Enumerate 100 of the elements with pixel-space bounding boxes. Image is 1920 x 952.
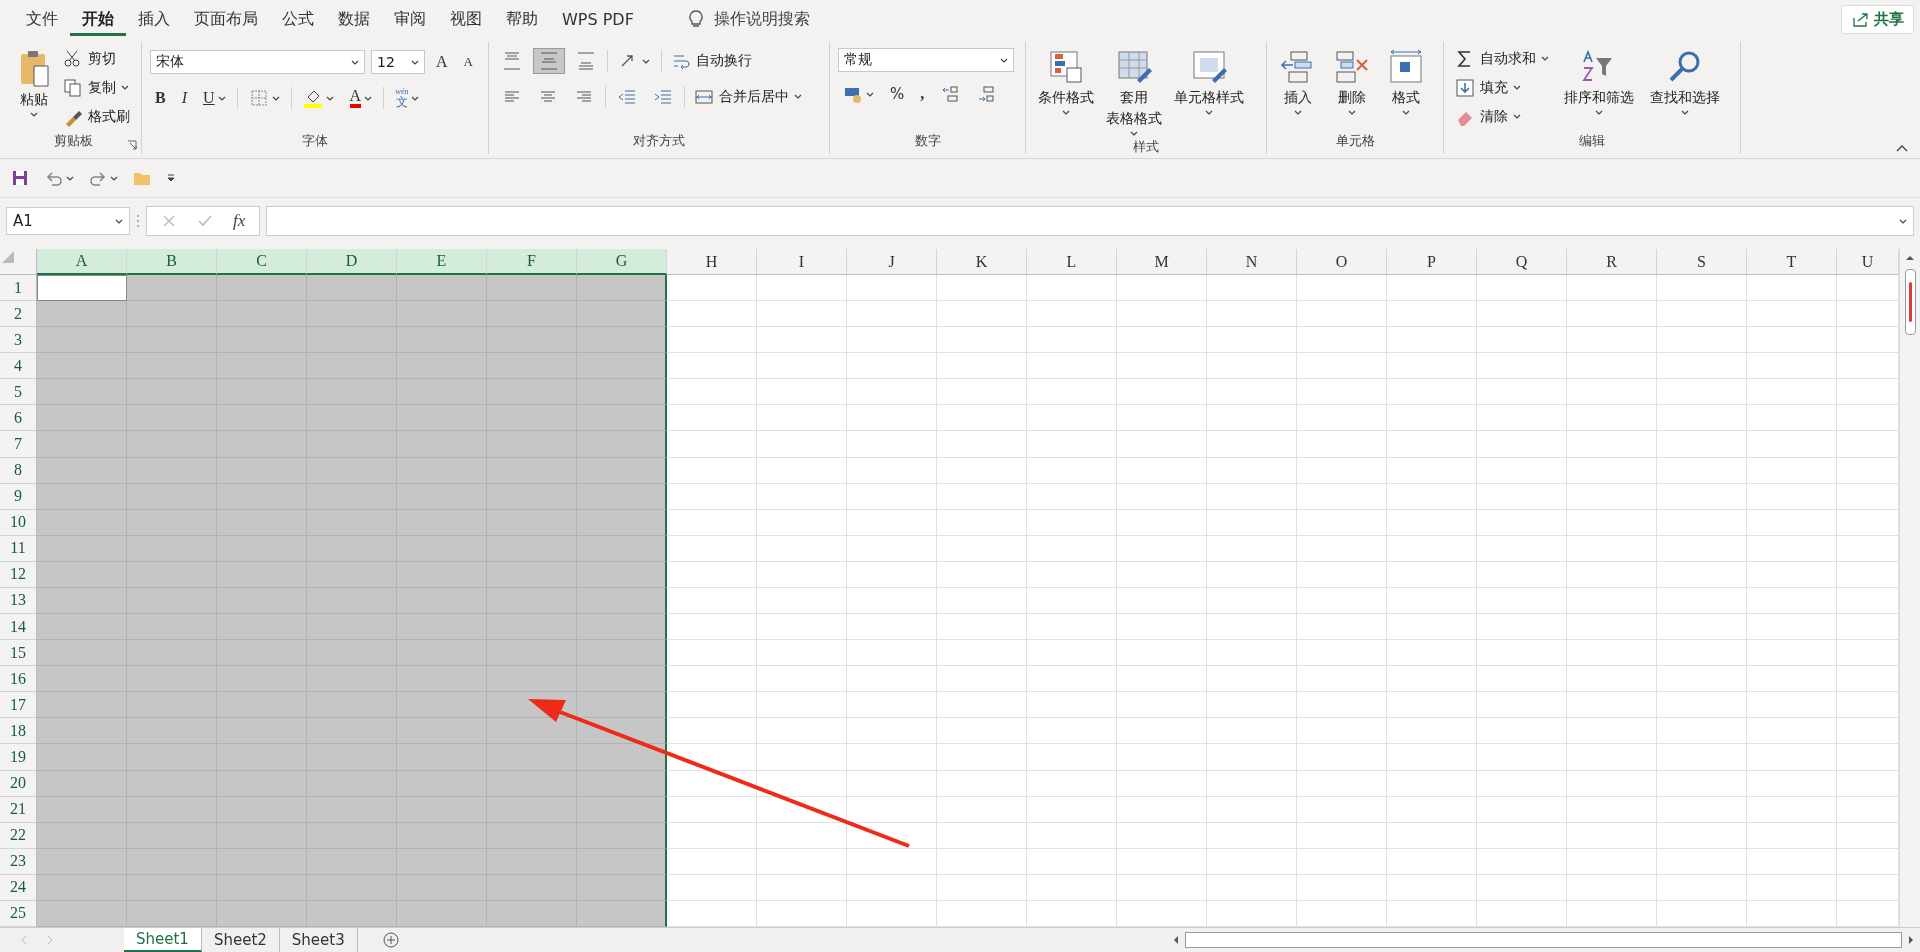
row-header[interactable]: 13 [0, 587, 37, 615]
ribbon-tab[interactable]: 帮助 [494, 2, 550, 36]
column-header[interactable]: H [667, 249, 757, 275]
column-header[interactable]: S [1657, 249, 1747, 275]
comma-button[interactable]: , [915, 83, 930, 105]
column-header[interactable]: U [1837, 249, 1899, 275]
row-header[interactable]: 3 [0, 327, 37, 354]
wrap-text-button[interactable]: 自动换行 [668, 48, 755, 74]
scrollbar-thumb[interactable] [1904, 269, 1916, 335]
row-header[interactable]: 6 [0, 405, 37, 432]
font-size-field[interactable]: 12 [371, 50, 425, 74]
row-header[interactable]: 18 [0, 718, 37, 745]
row-header[interactable]: 5 [0, 379, 37, 406]
ribbon-tab[interactable]: 数据 [326, 2, 382, 36]
merge-center-button[interactable]: 合并后居中 [691, 84, 805, 109]
editing-button[interactable]: 自动求和 [1452, 46, 1552, 71]
ribbon-tab[interactable]: 视图 [438, 2, 494, 36]
column-header[interactable]: K [937, 249, 1027, 275]
row-header[interactable]: 2 [0, 301, 37, 328]
style-button[interactable]: 套用 表格格式 [1102, 46, 1166, 138]
align-lines-icon [539, 51, 559, 71]
column-header[interactable]: A [37, 249, 127, 275]
cells-button[interactable]: 插入 [1275, 46, 1321, 117]
row-header[interactable]: 7 [0, 431, 37, 458]
column-header[interactable]: C [217, 249, 307, 275]
ribbon-tab[interactable]: 开始 [70, 2, 126, 36]
column-header[interactable]: E [397, 249, 487, 275]
row-header[interactable]: 9 [0, 483, 37, 510]
editing-button[interactable]: 清除 [1452, 104, 1552, 129]
phonetic-button[interactable]: wén 文 [390, 86, 425, 110]
row-header[interactable]: 15 [0, 640, 37, 667]
share-button[interactable]: 共享 [1841, 4, 1914, 34]
italic-button[interactable]: I [176, 87, 192, 109]
row-header[interactable]: 12 [0, 561, 37, 588]
row-header[interactable]: 17 [0, 692, 37, 719]
style-button[interactable]: 条件格式 [1034, 46, 1098, 117]
grow-font-button[interactable]: A [431, 51, 453, 73]
shrink-font-button[interactable]: A [458, 52, 478, 72]
cells-button[interactable]: 删除 [1329, 46, 1375, 117]
row-header[interactable]: 16 [0, 666, 37, 693]
column-header[interactable]: T [1747, 249, 1837, 275]
row-header[interactable]: 1 [0, 275, 37, 302]
ribbon-tab[interactable]: 公式 [270, 2, 326, 36]
vertical-align-button[interactable] [533, 48, 565, 74]
ribbon-tab[interactable]: 文件 [14, 2, 70, 36]
insert-function-button[interactable]: fx [233, 211, 246, 231]
editing-button[interactable]: 填充 [1452, 75, 1552, 100]
column-header[interactable]: M [1117, 249, 1207, 275]
ribbon-tab[interactable]: WPS PDF [550, 3, 646, 35]
column-header[interactable]: O [1297, 249, 1387, 275]
row-header[interactable]: 19 [0, 744, 37, 771]
column-header[interactable]: G [577, 249, 667, 275]
editing-button[interactable]: 查找和选择 [1646, 46, 1724, 117]
row-header[interactable]: 8 [0, 457, 37, 484]
formula-input[interactable] [266, 206, 1914, 236]
tell-me-search[interactable]: 操作说明搜索 [713, 8, 810, 30]
column-header[interactable]: P [1387, 249, 1477, 275]
column-header[interactable]: J [847, 249, 937, 275]
font-name-field[interactable]: 宋体 [150, 50, 365, 74]
row-header[interactable]: 23 [0, 848, 37, 875]
ribbon-tab[interactable]: 页面布局 [182, 2, 270, 36]
customize-icon [166, 173, 176, 183]
caret-icon [351, 59, 359, 65]
column-header[interactable]: I [757, 249, 847, 275]
column-header[interactable]: B [127, 249, 217, 275]
cells-button[interactable]: 格式 [1383, 46, 1429, 117]
underline-button[interactable]: U [198, 87, 231, 109]
percent-button[interactable]: % [885, 83, 910, 105]
fill-down-icon [1455, 77, 1475, 98]
column-header[interactable]: L [1027, 249, 1117, 275]
style-button[interactable]: 单元格样式 [1170, 46, 1248, 117]
number-format-field[interactable]: 常规 [838, 48, 1014, 72]
row-header[interactable]: 21 [0, 796, 37, 823]
paste-button[interactable]: 粘贴 [14, 46, 54, 119]
column-header[interactable]: N [1207, 249, 1297, 275]
column-header[interactable]: D [307, 249, 397, 275]
row-header[interactable]: 22 [0, 822, 37, 849]
column-header[interactable]: R [1567, 249, 1657, 275]
row-header[interactable]: 24 [0, 874, 37, 901]
font-color-button[interactable]: A [344, 86, 378, 110]
row-header[interactable]: 10 [0, 509, 37, 536]
clipboard-button[interactable]: 复制 [60, 75, 133, 100]
row-header[interactable]: 11 [0, 535, 37, 562]
clipboard-button[interactable]: 格式刷 [60, 104, 133, 129]
row-header[interactable]: 4 [0, 353, 37, 380]
row-header[interactable]: 20 [0, 770, 37, 797]
name-box[interactable]: A1 [6, 207, 130, 235]
horizontal-scrollbar[interactable] [1185, 932, 1902, 948]
row-header[interactable]: 14 [0, 614, 37, 641]
ribbon-tab[interactable]: 插入 [126, 2, 182, 36]
ribbon-tab[interactable]: 审阅 [382, 2, 438, 36]
sheet-tab[interactable]: Sheet1 [124, 928, 202, 952]
editing-button[interactable]: 排序和筛选 [1560, 46, 1638, 117]
column-header[interactable]: Q [1477, 249, 1567, 275]
row-header[interactable]: 25 [0, 900, 37, 927]
clipboard-button[interactable]: 剪切 [60, 46, 133, 71]
column-header[interactable]: F [487, 249, 577, 275]
bold-button[interactable]: B [150, 87, 171, 109]
caret-icon [217, 95, 226, 101]
collapse-ribbon-icon[interactable] [1896, 144, 1908, 152]
